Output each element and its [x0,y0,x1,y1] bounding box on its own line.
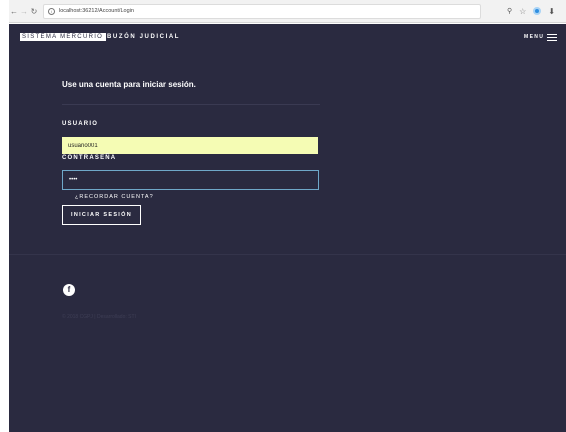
brand-subtitle: BUZÓN JUDICIAL [107,34,181,40]
facebook-icon[interactable]: f [63,284,75,296]
username-label: USUARIO [62,121,99,127]
forward-icon[interactable]: → [19,7,29,16]
site-header: SISTEMA MERCURIO BUZÓN JUDICIAL MENU [9,24,566,52]
login-heading: Use una cuenta para iniciar sesión. [62,80,196,89]
username-input[interactable] [62,137,318,154]
login-button[interactable]: INICIAR SESIÓN [62,205,141,225]
download-icon[interactable]: ⬇ [548,7,555,16]
info-icon[interactable]: i [48,7,55,15]
page: SISTEMA MERCURIO BUZÓN JUDICIAL MENU Use… [9,24,566,432]
extension-icon[interactable] [533,7,542,15]
copyright-text: © 2018 CGPJ | Desarrollado: STI [62,314,136,320]
footer-divider [9,254,566,255]
key-icon[interactable]: ⚲ [507,7,512,15]
star-icon[interactable]: ☆ [519,7,526,16]
back-icon[interactable]: ← [9,7,19,16]
divider [62,104,320,105]
address-bar[interactable]: i localhost:36212/Account/Login [43,3,481,19]
menu-label[interactable]: MENU [524,34,544,40]
url-text: localhost:36212/Account/Login [59,8,134,14]
password-label: CONTRASEÑA [62,155,117,161]
browser-toolbar: ← → ↻ i localhost:36212/Account/Login ⚲ … [9,0,566,23]
hamburger-icon[interactable] [547,34,557,42]
password-input[interactable] [62,170,319,190]
login-button-label: INICIAR SESIÓN [71,212,132,218]
reload-icon[interactable]: ↻ [29,7,39,16]
remember-account-link[interactable]: ¿RECORDAR CUENTA? [75,194,154,200]
browser-actions: ⚲ ☆ ⬇ [507,7,555,16]
brand-logo[interactable]: SISTEMA MERCURIO [20,33,107,41]
